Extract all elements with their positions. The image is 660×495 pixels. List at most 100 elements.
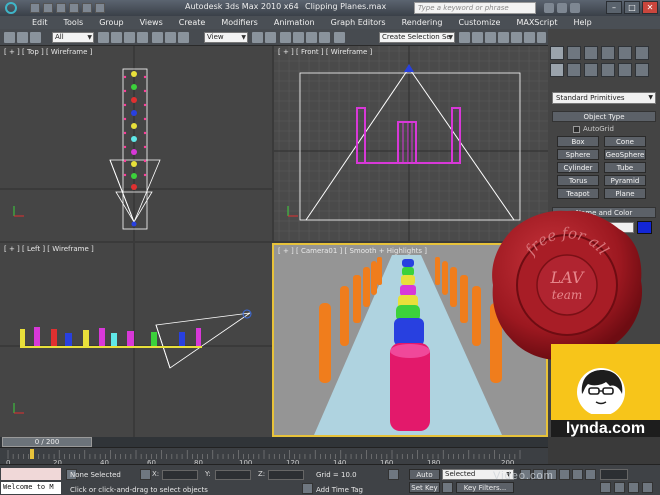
select-object-icon[interactable]	[98, 32, 109, 43]
viewport-camera-label[interactable]: [ + ] [ Camera01 ] [ Smooth + Highlights…	[278, 247, 427, 255]
current-frame-field[interactable]	[600, 469, 628, 480]
maxscript-mini-listener-top[interactable]	[1, 468, 61, 480]
curve-editor-icon[interactable]	[498, 32, 509, 43]
menu-edit[interactable]: Edit	[32, 18, 48, 27]
cone-button[interactable]: Cone	[604, 136, 646, 147]
new-file-icon[interactable]	[30, 3, 40, 13]
snap-toggle-icon[interactable]	[280, 32, 291, 43]
spinner-snap-icon[interactable]	[319, 32, 330, 43]
torus-button[interactable]: Torus	[557, 175, 599, 186]
motion-tab-icon[interactable]	[601, 46, 615, 60]
viewport-top[interactable]: [ + ] [ Top ] [ Wireframe ]	[0, 46, 272, 241]
sphere-button[interactable]: Sphere	[557, 149, 599, 160]
percent-snap-icon[interactable]	[306, 32, 317, 43]
time-tag-icon[interactable]	[302, 483, 313, 494]
utilities-tab-icon[interactable]	[635, 46, 649, 60]
menu-views[interactable]: Views	[140, 18, 163, 27]
material-editor-icon[interactable]	[511, 32, 522, 43]
geometry-icon[interactable]	[550, 63, 564, 77]
render-setup-icon[interactable]	[524, 32, 535, 43]
y-coordinate-field[interactable]	[215, 470, 251, 480]
star-icon[interactable]	[557, 3, 567, 13]
window-crossing-icon[interactable]	[137, 32, 148, 43]
maximize-button[interactable]: □	[624, 1, 640, 14]
auto-key-button[interactable]: Auto Key	[409, 469, 440, 489]
menu-rendering[interactable]: Rendering	[402, 18, 443, 27]
key-filters-button[interactable]: Key Filters...	[456, 482, 514, 493]
key-mode-toggle-icon[interactable]	[585, 469, 596, 480]
time-slider[interactable]: 0 / 200	[0, 437, 548, 447]
named-selection-dropdown[interactable]: Create Selection Se ▼	[379, 32, 455, 43]
rotate-icon[interactable]	[165, 32, 176, 43]
selection-filter-dropdown[interactable]: All ▼	[52, 32, 94, 43]
redo-tool-icon[interactable]	[17, 32, 28, 43]
edit-named-selection-icon[interactable]	[334, 32, 345, 43]
menu-create[interactable]: Create	[179, 18, 206, 27]
pivot-center-icon[interactable]	[252, 32, 263, 43]
menu-modifiers[interactable]: Modifiers	[221, 18, 258, 27]
category-dropdown[interactable]: Standard Primitives ▼	[552, 92, 656, 104]
key-mode-icon[interactable]	[388, 469, 399, 480]
menu-group[interactable]: Group	[99, 18, 123, 27]
plane-button[interactable]: Plane	[604, 188, 646, 199]
menu-animation[interactable]: Animation	[274, 18, 315, 27]
orbit-icon[interactable]	[642, 482, 653, 493]
binoculars-icon[interactable]	[544, 3, 554, 13]
cameras-icon[interactable]	[601, 63, 615, 77]
link-icon[interactable]	[30, 32, 41, 43]
menu-maxscript[interactable]: MAXScript	[516, 18, 557, 27]
viewport-top-label[interactable]: [ + ] [ Top ] [ Wireframe ]	[4, 48, 92, 56]
layer-manager-icon[interactable]	[485, 32, 496, 43]
lights-icon[interactable]	[584, 63, 598, 77]
pan-icon[interactable]	[628, 482, 639, 493]
display-tab-icon[interactable]	[618, 46, 632, 60]
close-button[interactable]: ✕	[642, 1, 658, 14]
move-icon[interactable]	[152, 32, 163, 43]
shapes-icon[interactable]	[567, 63, 581, 77]
create-tab-icon[interactable]	[550, 46, 564, 60]
hierarchy-tab-icon[interactable]	[584, 46, 598, 60]
set-key-button[interactable]: Set Key	[409, 482, 440, 493]
geosphere-button[interactable]: GeoSphere	[604, 149, 646, 160]
menu-graph-editors[interactable]: Graph Editors	[331, 18, 386, 27]
app-logo-icon[interactable]	[0, 0, 22, 16]
autogrid-check[interactable]	[573, 125, 580, 133]
menu-customize[interactable]: Customize	[458, 18, 500, 27]
redo-icon[interactable]	[82, 3, 92, 13]
align-icon[interactable]	[472, 32, 483, 43]
menu-tools[interactable]: Tools	[64, 18, 84, 27]
save-file-icon[interactable]	[56, 3, 66, 13]
cylinder-button[interactable]: Cylinder	[557, 162, 599, 173]
mirror-icon[interactable]	[459, 32, 470, 43]
pyramid-button[interactable]: Pyramid	[604, 175, 646, 186]
zoom-icon[interactable]	[614, 482, 625, 493]
teapot-button[interactable]: Teapot	[557, 188, 599, 199]
viewport-left[interactable]: [ + ] [ Left ] [ Wireframe ]	[0, 243, 272, 437]
undo-icon[interactable]	[69, 3, 79, 13]
helpers-icon[interactable]	[618, 63, 632, 77]
rect-selection-icon[interactable]	[124, 32, 135, 43]
open-file-icon[interactable]	[43, 3, 53, 13]
viewport-front-label[interactable]: [ + ] [ Front ] [ Wireframe ]	[278, 48, 372, 56]
render-icon[interactable]	[537, 32, 546, 43]
select-manipulate-icon[interactable]	[265, 32, 276, 43]
autogrid-checkbox[interactable]: AutoGrid	[573, 125, 614, 133]
maxscript-listener[interactable]: Welcome to M	[1, 482, 61, 494]
project-folder-icon[interactable]	[95, 3, 105, 13]
object-type-rollout[interactable]: Object Type	[552, 111, 656, 122]
z-coordinate-field[interactable]	[268, 470, 304, 480]
select-by-name-icon[interactable]	[111, 32, 122, 43]
go-to-end-icon[interactable]	[572, 469, 583, 480]
x-coordinate-field[interactable]	[162, 470, 198, 480]
reference-coord-dropdown[interactable]: View ▼	[204, 32, 248, 43]
modify-tab-icon[interactable]	[567, 46, 581, 60]
track-bar[interactable]: 0 20 40 60 80 100 120 140 160 180 200	[0, 447, 548, 467]
scale-icon[interactable]	[178, 32, 189, 43]
time-configuration-icon[interactable]	[600, 482, 611, 493]
minimize-button[interactable]: –	[606, 1, 622, 14]
box-button[interactable]: Box	[557, 136, 599, 147]
set-key-icon[interactable]	[442, 482, 453, 493]
add-time-tag[interactable]: Add Time Tag	[316, 486, 363, 494]
menu-help[interactable]: Help	[574, 18, 592, 27]
viewport-left-label[interactable]: [ + ] [ Left ] [ Wireframe ]	[4, 245, 94, 253]
